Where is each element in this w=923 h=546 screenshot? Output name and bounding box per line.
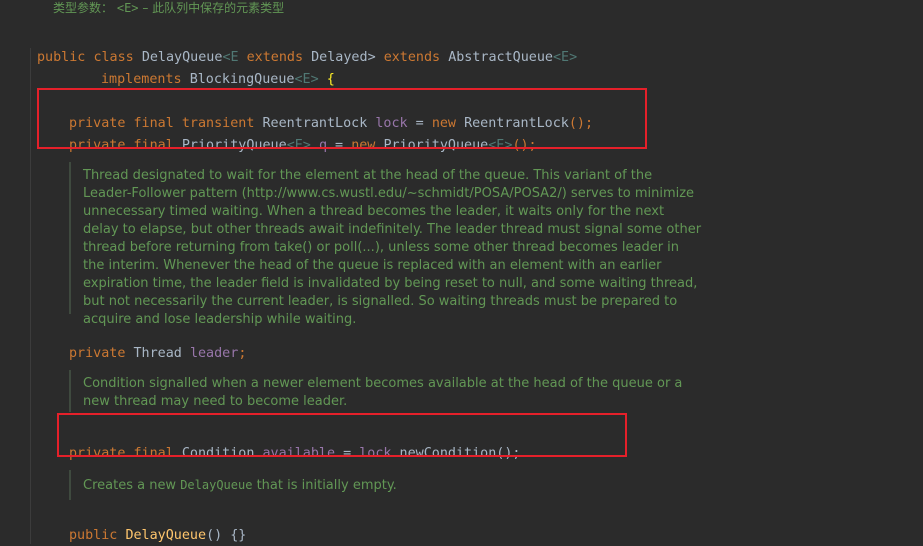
punct: ; <box>238 346 247 361</box>
type-ref[interactable]: BlockingQueue <box>190 72 295 87</box>
ctor-doc-pre: Creates a new <box>83 478 181 493</box>
type-param-desc: – 此队列中保存的元素类型 <box>138 1 285 15</box>
keyword: public <box>69 528 118 543</box>
open-brace: { <box>326 72 335 87</box>
doc-bar <box>69 162 71 314</box>
ctor-doc-code: DelayQueue <box>180 478 253 492</box>
punct: > <box>367 50 376 65</box>
keyword: extends <box>383 50 441 65</box>
keyword: private <box>69 346 126 361</box>
generic-param: <E> <box>294 72 319 87</box>
doc-bar <box>69 470 71 500</box>
indent-guide <box>30 48 31 544</box>
doc-bar <box>69 370 71 412</box>
type-param: <E> <box>116 1 139 15</box>
ctor-doc-post: that is initially empty. <box>252 478 397 493</box>
field-leader: private Thread leader; <box>69 324 246 364</box>
type-params-label: 类型参数： <box>53 1 114 15</box>
keyword: implements <box>101 72 182 87</box>
keyword: public <box>37 50 86 65</box>
ctor-doc: Creates a new DelayQueue that is initial… <box>83 476 683 495</box>
punct: () {} <box>206 528 247 543</box>
constructor-name[interactable]: DelayQueue <box>125 528 206 543</box>
highlight-box-available <box>57 413 627 457</box>
field-name[interactable]: leader <box>190 346 238 361</box>
constructor: public DelayQueue() {} <box>69 506 246 546</box>
highlight-box-fields <box>37 88 647 149</box>
generic-param: <E> <box>553 50 578 65</box>
available-doc: Condition signalled when a newer element… <box>83 376 683 409</box>
implements-clause: implements BlockingQueue<E> { <box>101 50 335 90</box>
leader-doc: Thread designated to wait for the elemen… <box>83 168 702 327</box>
type-ref[interactable]: AbstractQueue <box>448 50 553 65</box>
type-params-doc: 类型参数： <E> – 此队列中保存的元素类型 <box>53 0 284 16</box>
type-ref[interactable]: Thread <box>134 346 182 361</box>
